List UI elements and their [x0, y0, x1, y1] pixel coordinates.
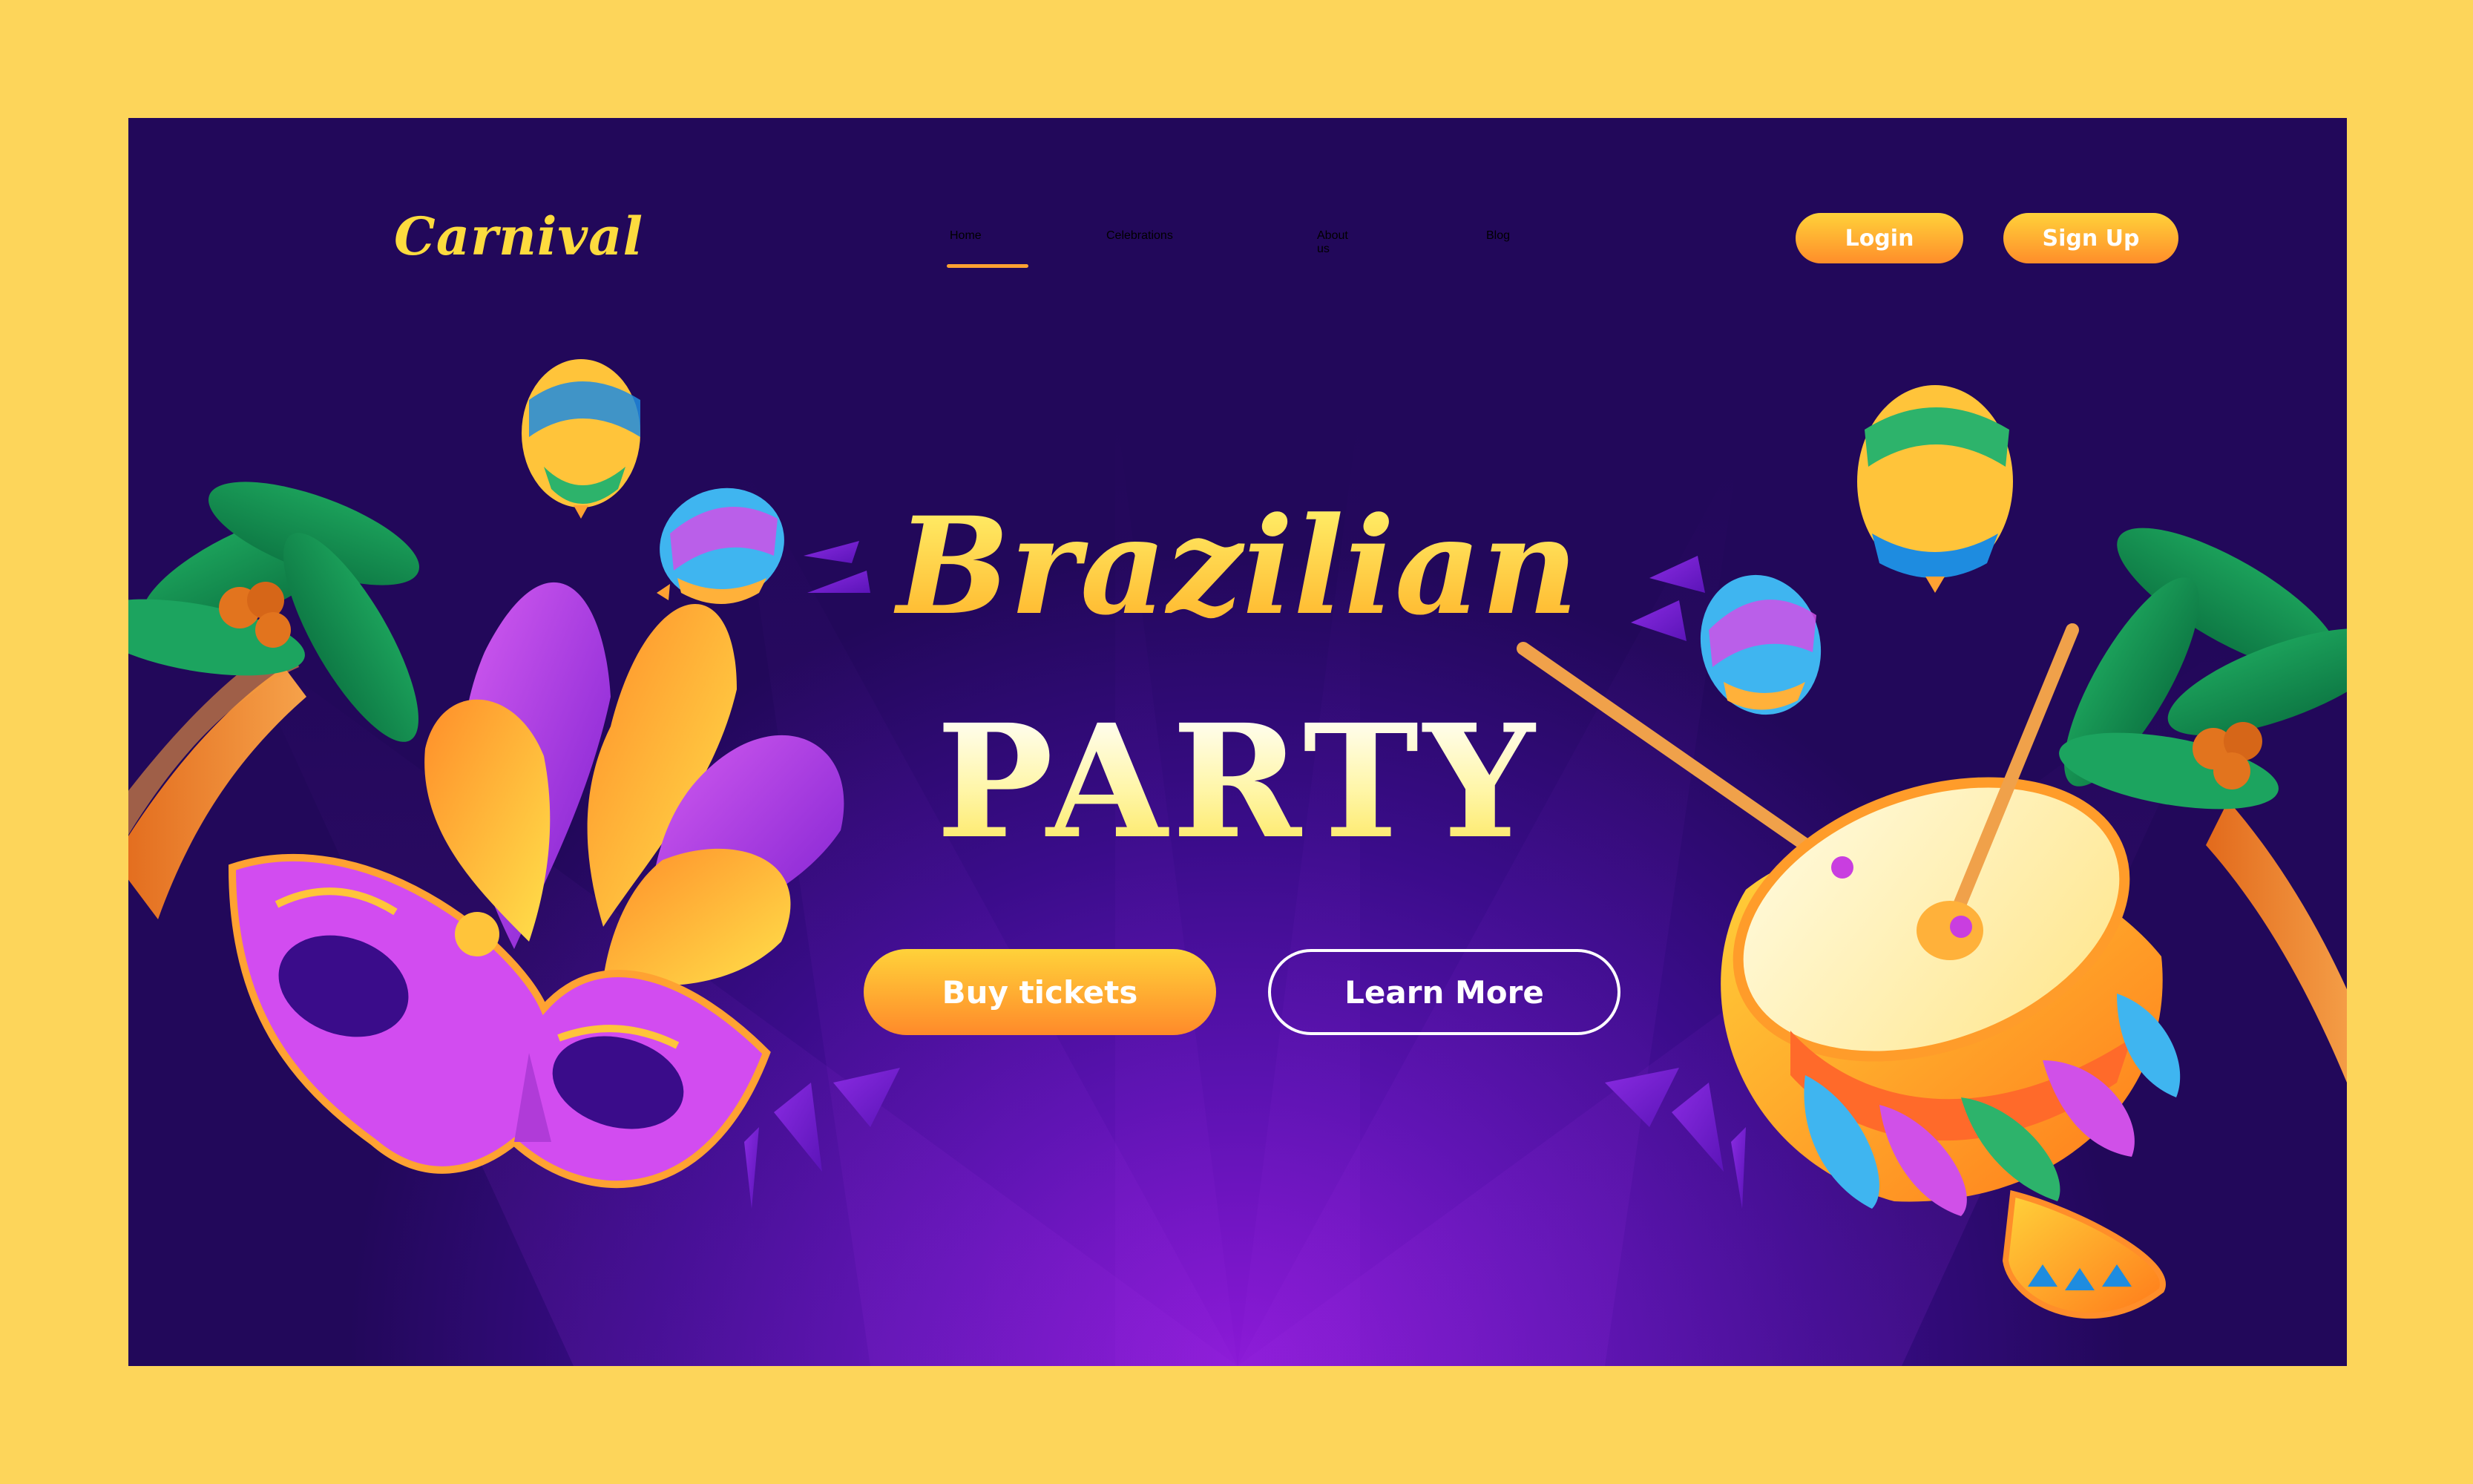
buy-tickets-button[interactable]: Buy tickets — [864, 949, 1216, 1035]
nav-about-us[interactable]: About us — [1317, 229, 1348, 256]
learn-more-button[interactable]: Learn More — [1268, 949, 1620, 1035]
nav-active-underline — [947, 264, 1028, 268]
nav-celebrations[interactable]: Celebrations — [1106, 229, 1173, 243]
hero-frame: Carnival Home Celebrations About us Blog… — [128, 118, 2347, 1366]
hero-title-line2: PARTY — [128, 704, 2347, 860]
hero-title-line1: Brazilian — [128, 500, 2347, 634]
signup-button[interactable]: Sign Up — [2003, 213, 2178, 263]
nav-blog[interactable]: Blog — [1486, 229, 1510, 243]
nav-home[interactable]: Home — [950, 229, 982, 243]
login-button[interactable]: Login — [1796, 213, 1963, 263]
brand-logo[interactable]: Carnival — [394, 206, 643, 267]
